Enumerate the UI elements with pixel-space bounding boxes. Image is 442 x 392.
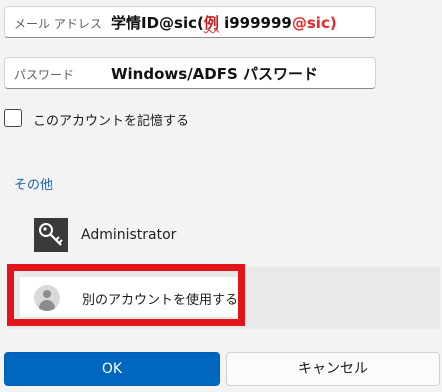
remember-label[interactable]: このアカウントを記憶する — [33, 110, 189, 129]
password-placeholder: パスワード — [14, 68, 75, 82]
email-placeholder: メール アドレス — [14, 17, 102, 31]
email-value-prefix: 学情ID@sic( — [111, 14, 204, 32]
email-value-example: 例 — [203, 14, 219, 32]
password-field[interactable]: パスワード Windows/ADFS パスワード — [4, 57, 376, 89]
password-value: Windows/ADFS パスワード — [111, 65, 319, 83]
cancel-button[interactable]: キャンセル — [226, 352, 440, 386]
email-value-suffix: @sic) — [291, 14, 337, 32]
account-administrator[interactable]: Administrator — [34, 218, 334, 254]
email-field[interactable]: メール アドレス 学情ID@sic(例 i999999@sic) — [4, 6, 376, 38]
email-value-mid: i999999 — [218, 14, 292, 32]
highlight-frame — [7, 264, 245, 326]
ok-button[interactable]: OK — [4, 352, 220, 386]
email-value: 学情ID@sic(例 i999999@sic) — [111, 12, 337, 33]
other-section-title: その他 — [14, 178, 54, 193]
remember-checkbox[interactable] — [4, 109, 22, 127]
account-name: Administrator — [81, 227, 177, 243]
key-icon — [34, 218, 68, 252]
